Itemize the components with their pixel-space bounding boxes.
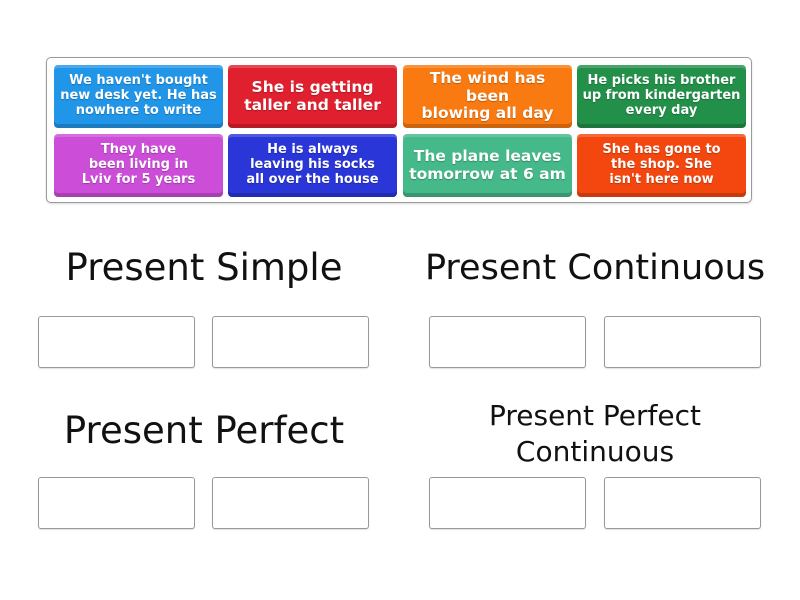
draggable-card[interactable]: The plane leaves tomorrow at 6 am: [403, 134, 572, 197]
drop-zone-present-perfect-continuous-1[interactable]: [429, 477, 586, 529]
card-text: He is always leaving his socks all over …: [246, 142, 379, 187]
card-text: She is getting taller and taller: [244, 78, 381, 114]
drop-zone-present-perfect-2[interactable]: [212, 477, 369, 529]
draggable-card[interactable]: He is always leaving his socks all over …: [228, 134, 397, 197]
category-title-present-continuous: Present Continuous: [424, 248, 766, 288]
drop-zone-present-perfect-1[interactable]: [38, 477, 195, 529]
card-text: He picks his brother up from kindergarte…: [582, 73, 741, 118]
draggable-card[interactable]: We haven't bought new desk yet. He has n…: [54, 65, 223, 128]
card-text: She has gone to the shop. She isn't here…: [602, 142, 721, 187]
card-text: We haven't bought new desk yet. He has n…: [60, 73, 217, 118]
card-text: The wind has been blowing all day: [421, 69, 554, 123]
drop-zone-present-continuous-1[interactable]: [429, 316, 586, 368]
drop-zone-present-perfect-continuous-2[interactable]: [604, 477, 761, 529]
draggable-card[interactable]: They have been living in Lviv for 5 year…: [54, 134, 223, 197]
category-title-present-simple: Present Simple: [65, 246, 343, 289]
drop-zone-present-simple-1[interactable]: [38, 316, 195, 368]
drop-zone-present-simple-2[interactable]: [212, 316, 369, 368]
drop-zone-present-continuous-2[interactable]: [604, 316, 761, 368]
draggable-card[interactable]: He picks his brother up from kindergarte…: [577, 65, 746, 128]
category-title-present-perfect-continuous: Present Perfect Continuous: [488, 399, 702, 468]
draggable-card[interactable]: She is getting taller and taller: [228, 65, 397, 128]
draggable-card[interactable]: The wind has been blowing all day: [403, 65, 572, 128]
draggable-card[interactable]: She has gone to the shop. She isn't here…: [577, 134, 746, 197]
card-text: They have been living in Lviv for 5 year…: [81, 142, 196, 187]
category-title-present-perfect: Present Perfect: [63, 409, 345, 452]
card-text: The plane leaves tomorrow at 6 am: [409, 147, 566, 183]
